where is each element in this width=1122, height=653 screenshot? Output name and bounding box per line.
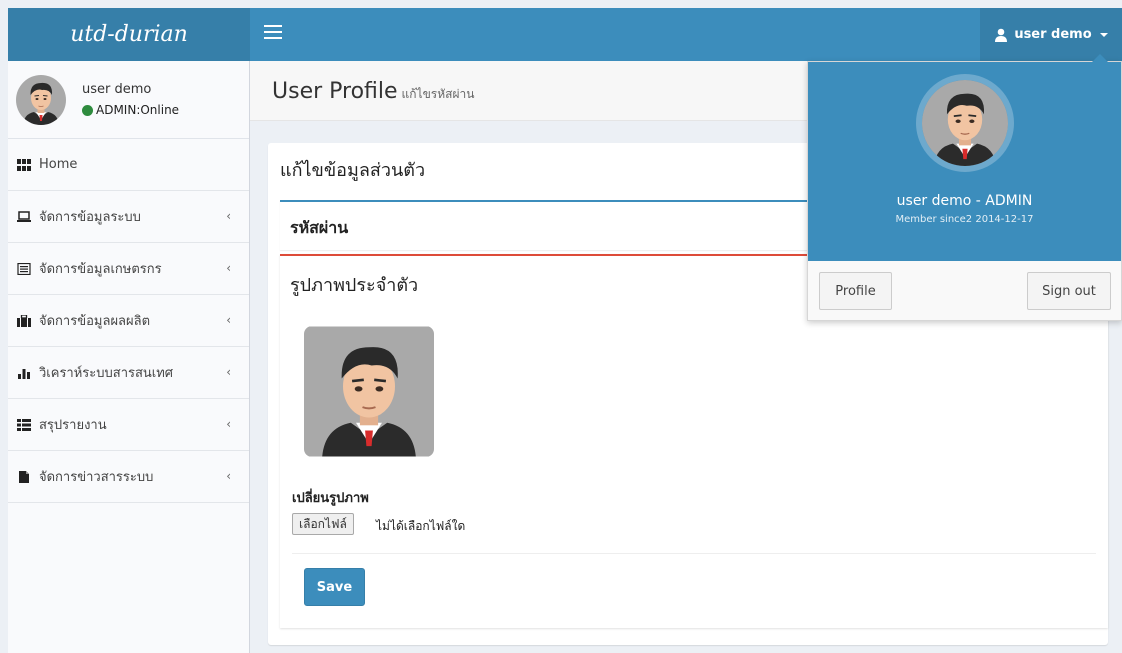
divider [292, 553, 1096, 554]
sidebar-item-news[interactable]: จัดการข่าวสารระบบ ‹ [8, 451, 249, 503]
online-dot-icon [82, 104, 93, 116]
sign-out-button[interactable]: Sign out [1027, 272, 1111, 310]
sidebar-toggle-icon[interactable] [264, 25, 282, 39]
password-panel-title: รหัสผ่าน [290, 218, 349, 237]
user-panel-name: user demo [82, 82, 152, 97]
sidebar-item-label: จัดการข้อมูลระบบ [39, 210, 141, 225]
dropdown-footer: Profile Sign out [808, 261, 1121, 320]
sidebar: user demo ADMIN:Online Home จัดการข้อมูล… [8, 61, 250, 653]
chevron-left-icon: ‹ [226, 365, 231, 379]
user-dropdown: user demo - ADMIN Member since2 2014-12-… [807, 54, 1122, 321]
sidebar-item-label: Home [39, 157, 78, 172]
laptop-icon [17, 210, 31, 222]
chevron-left-icon: ‹ [226, 469, 231, 483]
grid-icon [17, 158, 31, 171]
sidebar-item-analysis[interactable]: วิเคราห์ระบบสารสนเทศ ‹ [8, 347, 249, 399]
chevron-left-icon: ‹ [226, 209, 231, 223]
sidebar-item-label: จัดการข้อมูลผลผลิต [39, 314, 151, 329]
dropdown-avatar [916, 74, 1014, 172]
page-title: User Profile แก้ไขรหัสผ่าน [272, 79, 475, 104]
caret-down-icon [1099, 32, 1108, 37]
sidebar-item-label: จัดการข่าวสารระบบ [39, 470, 154, 485]
change-picture-label: เปลี่ยนรูปภาพ [292, 491, 369, 506]
save-button[interactable]: Save [304, 568, 365, 606]
table-icon [17, 418, 31, 431]
top-navbar: user demo [250, 8, 1122, 61]
sidebar-item-product-data[interactable]: จัดการข้อมูลผลผลิต ‹ [8, 295, 249, 347]
page-subtitle: แก้ไขรหัสผ่าน [401, 87, 475, 101]
profile-button[interactable]: Profile [819, 272, 892, 310]
dropdown-header: user demo - ADMIN Member since2 2014-12-… [808, 62, 1121, 261]
sidebar-item-label: จัดการข้อมูลเกษตรกร [39, 262, 162, 277]
chevron-left-icon: ‹ [226, 261, 231, 275]
app-logo[interactable]: utd-durian [8, 8, 250, 61]
sidebar-item-farmer-data[interactable]: จัดการข้อมูลเกษตรกร ‹ [8, 243, 249, 295]
picture-panel-title: รูปภาพประจำตัว [290, 275, 419, 296]
chevron-left-icon: ‹ [226, 417, 231, 431]
box-title: แก้ไขข้อมูลส่วนตัว [280, 160, 426, 181]
user-menu-label: user demo [1014, 27, 1092, 42]
sidebar-item-system-data[interactable]: จัดการข้อมูลระบบ ‹ [8, 191, 249, 243]
member-since: Member since2 2014-12-17 [895, 214, 1034, 225]
user-panel: user demo ADMIN:Online [8, 61, 249, 139]
bar-chart-icon [18, 368, 30, 379]
avatar [16, 75, 66, 125]
list-icon [17, 262, 31, 275]
user-status: ADMIN:Online [82, 103, 179, 117]
file-status-text: ไม่ได้เลือกไฟล์ใด [376, 519, 466, 533]
choose-file-button[interactable]: เลือกไฟล์ [292, 513, 354, 535]
briefcase-icon [17, 314, 31, 327]
sidebar-item-reports[interactable]: สรุปรายงาน ‹ [8, 399, 249, 451]
sidebar-item-label: วิเคราห์ระบบสารสนเทศ [39, 366, 174, 381]
dropdown-user-name: user demo - ADMIN [896, 193, 1033, 209]
sidebar-item-label: สรุปรายงาน [39, 418, 107, 433]
user-status-label: ADMIN:Online [96, 103, 180, 117]
user-icon [995, 28, 1008, 42]
file-icon [19, 470, 29, 483]
chevron-left-icon: ‹ [226, 313, 231, 327]
sidebar-item-home[interactable]: Home [8, 139, 249, 191]
profile-picture [304, 326, 434, 457]
